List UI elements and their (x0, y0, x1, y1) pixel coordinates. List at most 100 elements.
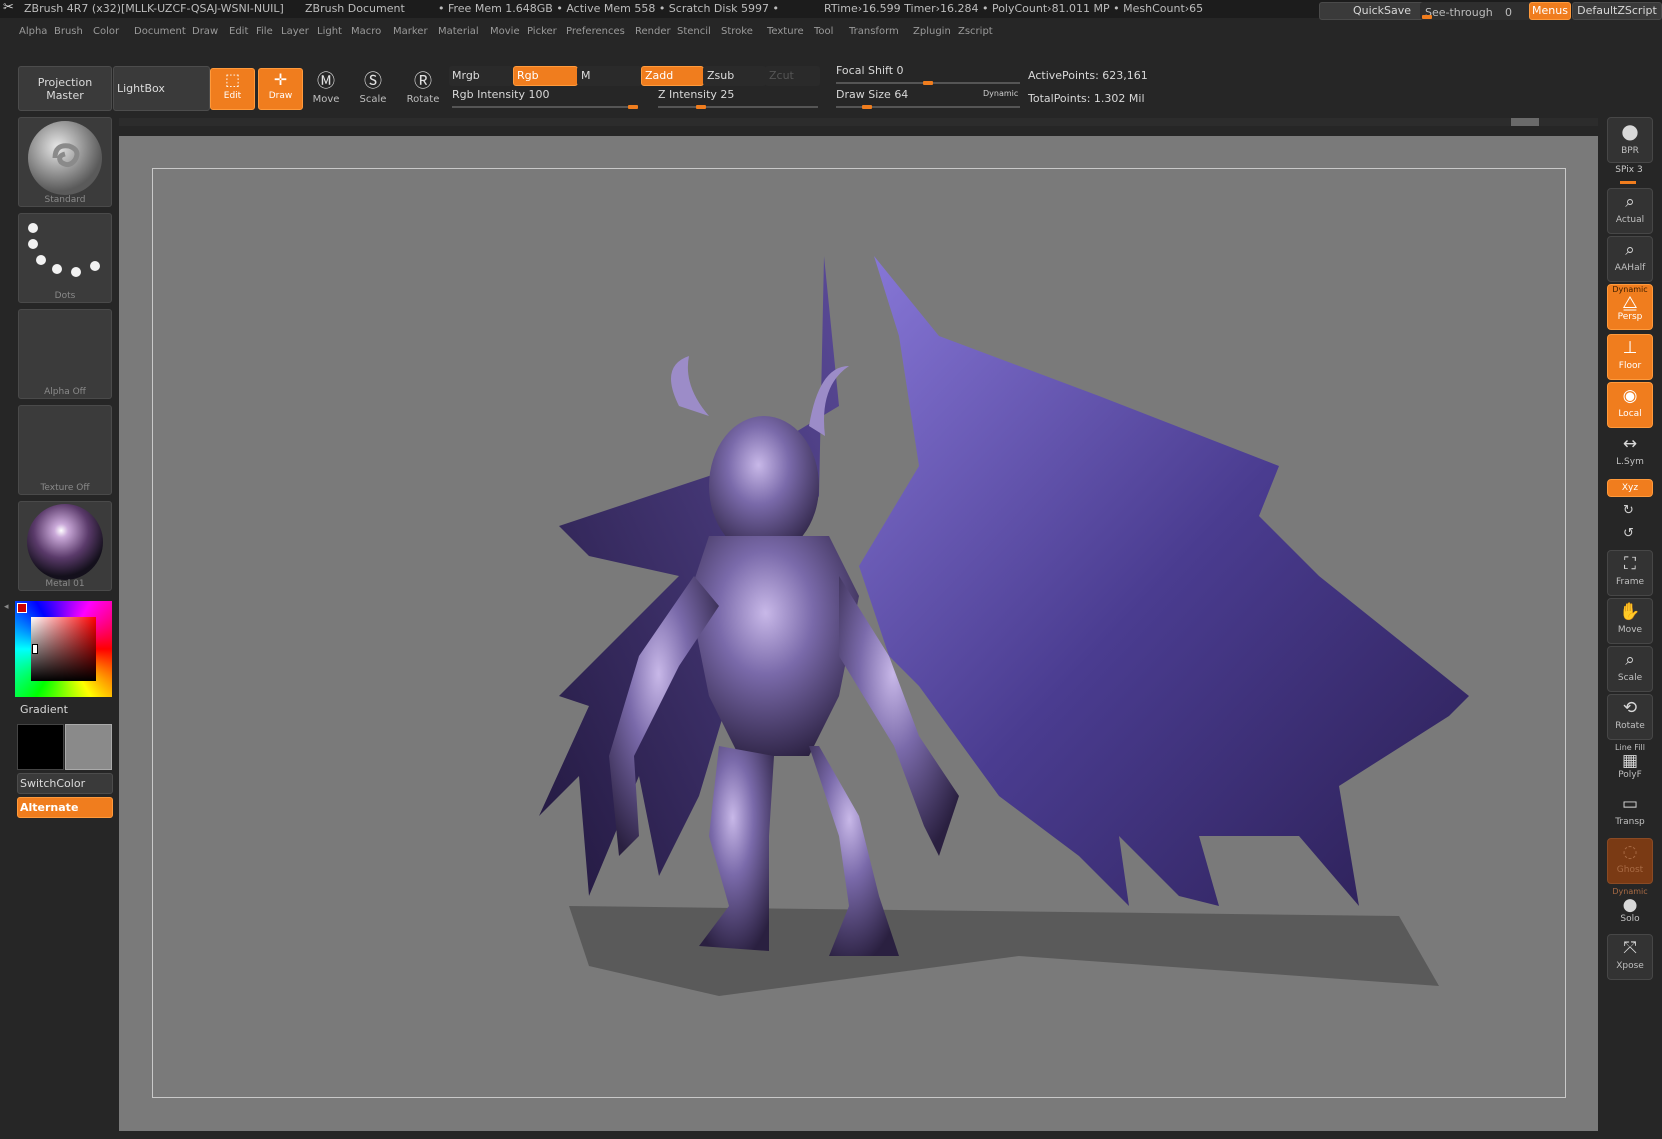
z-intensity-slider[interactable]: Z Intensity 25 (658, 88, 734, 101)
secondary-color-swatch[interactable] (65, 724, 112, 770)
canvas-rotate-button[interactable]: ⟲ Rotate (1607, 694, 1653, 740)
mrgb-button[interactable]: Mrgb (449, 66, 513, 86)
menu-item-stroke[interactable]: Stroke (721, 26, 753, 37)
alternate-button[interactable]: Alternate (17, 797, 113, 818)
bpr-sphere-icon: ● (1621, 119, 1639, 143)
menu-item-brush[interactable]: Brush (54, 26, 83, 37)
menus-button[interactable]: Menus (1529, 2, 1571, 20)
xpose-button[interactable]: ⤧ Xpose (1607, 934, 1653, 980)
draw-size-track[interactable] (836, 105, 1020, 109)
menu-item-marker[interactable]: Marker (393, 26, 428, 37)
menu-item-draw[interactable]: Draw (192, 26, 218, 37)
rgb-intensity-knob[interactable] (628, 105, 638, 109)
menu-item-document[interactable]: Document (134, 26, 186, 37)
menu-item-zplugin[interactable]: Zplugin (913, 26, 951, 37)
edit-button[interactable]: ⬚ Edit (210, 68, 255, 110)
document-canvas[interactable] (119, 136, 1598, 1131)
m-button[interactable]: M (577, 66, 642, 86)
scale-button[interactable]: Ⓢ Scale (353, 70, 393, 112)
menu-item-movie[interactable]: Movie (490, 26, 520, 37)
menu-item-preferences[interactable]: Preferences (566, 26, 625, 37)
polyf-button[interactable]: Line Fill ▦ PolyF (1607, 742, 1653, 788)
draw-size-knob[interactable] (862, 105, 872, 109)
focal-shift-track[interactable] (836, 81, 1020, 85)
ghost-button[interactable]: ◌ Ghost (1607, 838, 1653, 884)
menu-item-zscript[interactable]: Zscript (958, 26, 993, 37)
color-hue-marker[interactable] (17, 603, 27, 613)
lsym-button[interactable]: ↔ L.Sym (1607, 430, 1653, 476)
brush-thumbnail[interactable]: Standard (18, 117, 112, 207)
see-through-knob[interactable] (1422, 15, 1432, 19)
canvas-move-button[interactable]: ✋ Move (1607, 598, 1653, 644)
material-thumbnail[interactable]: Metal 01 (18, 501, 112, 591)
projection-master-button[interactable]: Projection Master (18, 66, 112, 111)
draw-button[interactable]: ✛ Draw (258, 68, 303, 110)
persp-label: Persp (1617, 312, 1643, 322)
texture-thumbnail[interactable]: Texture Off (18, 405, 112, 495)
main-color-swatch[interactable] (17, 724, 64, 770)
menu-item-light[interactable]: Light (317, 26, 342, 37)
color-value-marker[interactable] (32, 644, 38, 654)
menu-item-stencil[interactable]: Stencil (677, 26, 711, 37)
menu-item-color[interactable]: Color (93, 26, 119, 37)
rgb-intensity-label: Rgb Intensity (452, 88, 525, 101)
local-label: Local (1618, 409, 1642, 419)
z-intensity-knob[interactable] (696, 105, 706, 109)
menu-item-tool[interactable]: Tool (814, 26, 833, 37)
frame-button[interactable]: ⛶ Frame (1607, 550, 1653, 596)
aahalf-button[interactable]: ⌕ AAHalf (1607, 236, 1653, 282)
transp-button[interactable]: ▭ Transp (1607, 790, 1653, 836)
spix-slider[interactable]: SPix 3 (1607, 165, 1651, 175)
stroke-thumbnail[interactable]: Dots (18, 213, 112, 303)
default-zscript-button[interactable]: DefaultZScript (1572, 2, 1662, 20)
see-through-slider[interactable]: See-through 0 (1420, 2, 1534, 20)
rgb-intensity-slider[interactable]: Rgb Intensity 100 (452, 88, 549, 101)
alpha-thumbnail[interactable]: Alpha Off (18, 309, 112, 399)
focal-shift-label: Focal Shift (836, 64, 894, 77)
menu-item-render[interactable]: Render (635, 26, 671, 37)
persp-grid-icon: ⧋ (1622, 293, 1638, 313)
z-intensity-track[interactable] (658, 105, 818, 109)
color-saturation-square[interactable] (31, 617, 96, 681)
zsub-button[interactable]: Zsub (703, 66, 766, 86)
persp-button[interactable]: Dynamic ⧋ Persp (1607, 284, 1653, 330)
rgb-intensity-track[interactable] (452, 105, 638, 109)
menu-item-macro[interactable]: Macro (351, 26, 381, 37)
actual-button[interactable]: ⌕ Actual (1607, 188, 1653, 234)
menu-item-file[interactable]: File (256, 26, 273, 37)
dynamic-toggle[interactable]: Dynamic (983, 89, 1018, 98)
focal-shift-knob[interactable] (923, 81, 933, 85)
tray-collapse-icon[interactable]: ◂ (4, 602, 9, 612)
menu-item-alpha[interactable]: Alpha (19, 26, 47, 37)
rotate-button[interactable]: Ⓡ Rotate (403, 70, 443, 112)
floor-button[interactable]: ⊥ Floor (1607, 334, 1653, 380)
frame-corners-icon: ⛶ (1624, 554, 1636, 574)
menu-item-picker[interactable]: Picker (527, 26, 557, 37)
zcut-button[interactable]: Zcut (765, 66, 820, 86)
draw-size-slider[interactable]: Draw Size 64 (836, 88, 908, 101)
switchcolor-button[interactable]: SwitchColor (17, 773, 113, 794)
color-picker[interactable] (15, 601, 112, 697)
move-button[interactable]: Ⓜ Move (306, 70, 346, 112)
rotate-y-icon[interactable]: ↻ (1623, 503, 1634, 518)
menu-item-material[interactable]: Material (438, 26, 479, 37)
top-scroll-track[interactable] (119, 118, 1598, 126)
lightbox-button[interactable]: LightBox (113, 66, 210, 111)
see-through-value: 0 (1505, 6, 1512, 19)
local-button[interactable]: ◉ Local (1607, 382, 1653, 428)
rgb-button[interactable]: Rgb (513, 66, 578, 86)
spix-knob[interactable] (1620, 181, 1636, 184)
xpose-label: Xpose (1616, 961, 1644, 971)
menu-item-layer[interactable]: Layer (281, 26, 309, 37)
solo-button[interactable]: Dynamic ● Solo (1607, 886, 1653, 932)
canvas-scale-button[interactable]: ⌕ Scale (1607, 646, 1653, 692)
rotate-z-icon[interactable]: ↺ (1623, 526, 1634, 541)
bpr-button[interactable]: ● BPR (1607, 117, 1653, 163)
xyz-button[interactable]: Xyz (1607, 479, 1653, 497)
menu-item-texture[interactable]: Texture (767, 26, 804, 37)
menu-item-edit[interactable]: Edit (229, 26, 248, 37)
menu-item-transform[interactable]: Transform (849, 26, 899, 37)
zadd-button[interactable]: Zadd (641, 66, 704, 86)
focal-shift-slider[interactable]: Focal Shift 0 (836, 64, 904, 77)
top-scroll-thumb[interactable] (1511, 118, 1539, 126)
